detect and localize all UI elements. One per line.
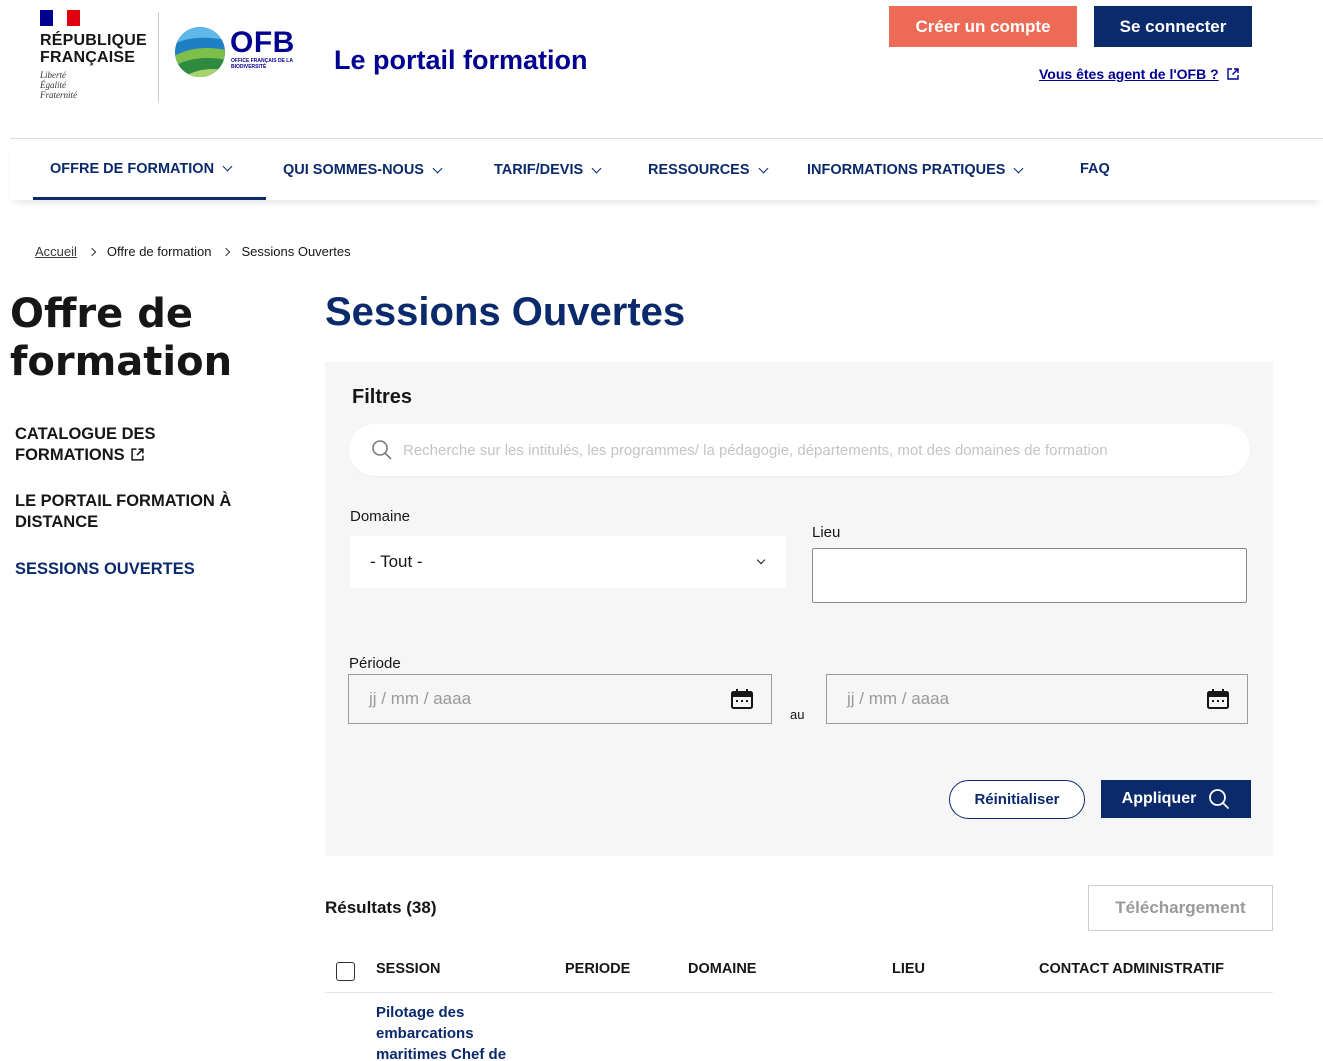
search-icon (1209, 789, 1230, 810)
nav-offre-de-formation-label: OFFRE DE FORMATION (50, 160, 215, 177)
chevron-down-icon (222, 161, 233, 172)
create-account-button[interactable]: Créer un compte (889, 6, 1077, 47)
chevron-down-icon (758, 163, 768, 173)
results-table-header: SESSION PERIODE DOMAINE LIEU CONTACT ADM… (325, 947, 1273, 993)
site-title[interactable]: Le portail formation (334, 44, 588, 76)
sidebar-title: Offre de formation (10, 291, 233, 385)
nav-faq[interactable]: FAQ (1080, 140, 1110, 198)
nav-faq-label: FAQ (1080, 161, 1110, 177)
filters-title: Filtres (352, 386, 413, 408)
column-lieu[interactable]: LIEU (892, 961, 925, 977)
sidebar-item-formation-distance[interactable]: LE PORTAIL FORMATION À DISTANCE (15, 491, 265, 533)
date-to-input[interactable]: jj / mm / aaaa (826, 674, 1248, 724)
lieu-input[interactable] (812, 548, 1247, 603)
ofb-agent-link[interactable]: Vous êtes agent de l'OFB ? (1039, 66, 1239, 82)
motto-fraternite: Fraternité (40, 90, 77, 100)
apply-button-label: Appliquer (1121, 790, 1197, 807)
sidebar-item-catalogue[interactable]: CATALOGUE DES FORMATIONS (15, 424, 185, 466)
breadcrumb: Accueil Offre de formation Sessions Ouve… (35, 244, 351, 259)
reset-button[interactable]: Réinitialiser (949, 780, 1085, 819)
domain-select-value: - Tout - (370, 552, 423, 571)
header-divider (10, 138, 1323, 139)
chevron-down-icon (432, 163, 443, 173)
sidebar-item-sessions-ouvertes[interactable]: SESSIONS OUVERTES (15, 559, 275, 580)
date-from-placeholder: jj / mm / aaaa (369, 689, 472, 708)
results-count: Résultats (38) (325, 898, 437, 917)
motto-liberte: Liberté (40, 70, 66, 80)
header-separator (158, 12, 159, 102)
calendar-icon[interactable] (731, 689, 753, 709)
chevron-right-icon (222, 247, 231, 256)
lieu-label: Lieu (812, 524, 841, 541)
login-button[interactable]: Se connecter (1094, 6, 1252, 47)
external-link-icon (1226, 68, 1239, 80)
chevron-right-icon (87, 247, 97, 256)
column-domaine[interactable]: DOMAINE (688, 961, 756, 977)
chevron-down-icon (756, 555, 766, 565)
apply-button[interactable]: Appliquer (1101, 780, 1251, 818)
nav-ressources-label: RESSOURCES (648, 162, 750, 178)
nav-tarif-devis[interactable]: TARIF/DEVIS (494, 140, 602, 200)
chevron-down-icon (591, 163, 602, 173)
nav-informations-pratiques-label: INFORMATIONS PRATIQUES (807, 162, 1006, 178)
republique-francaise-logo[interactable]: RÉPUBLIQUE FRANÇAISE Liberté Égalité Fra… (40, 10, 147, 100)
nav-qui-sommes-nous-label: QUI SOMMES-NOUS (283, 162, 424, 178)
breadcrumb-home-link[interactable]: Accueil (35, 244, 77, 259)
periode-label: Période (349, 655, 401, 672)
select-all-checkbox[interactable] (336, 962, 355, 981)
date-from-input[interactable]: jj / mm / aaaa (348, 674, 772, 724)
republique-line-1: RÉPUBLIQUE (40, 32, 147, 49)
ofb-agent-link-label: Vous êtes agent de l'OFB ? (1039, 66, 1219, 82)
ofb-logo-icon[interactable] (174, 26, 226, 78)
ofb-logo-text: OFB (230, 26, 295, 59)
breadcrumb-current: Sessions Ouvertes (241, 244, 351, 259)
date-separator: au (790, 707, 805, 722)
search-field[interactable] (349, 424, 1250, 476)
download-button[interactable]: Téléchargement (1088, 885, 1273, 931)
table-row-session-link[interactable]: Pilotage des embarcations maritimes Chef… (376, 1002, 536, 1061)
nav-offre-de-formation[interactable]: OFFRE DE FORMATION (33, 140, 266, 200)
chevron-down-icon (1013, 163, 1024, 173)
nav-qui-sommes-nous[interactable]: QUI SOMMES-NOUS (283, 140, 443, 200)
column-session[interactable]: SESSION (376, 961, 440, 977)
motto-egalite: Égalité (40, 80, 66, 90)
search-icon (372, 440, 392, 460)
column-periode[interactable]: PERIODE (565, 961, 630, 977)
page-title: Sessions Ouvertes (325, 290, 686, 334)
search-input[interactable] (403, 441, 1243, 459)
external-link-icon (131, 448, 144, 461)
nav-ressources[interactable]: RESSOURCES (648, 140, 768, 200)
main-navigation: OFFRE DE FORMATION QUI SOMMES-NOUS TARIF… (10, 140, 1323, 200)
republique-line-2: FRANÇAISE (40, 49, 136, 66)
date-to-placeholder: jj / mm / aaaa (847, 689, 950, 708)
nav-informations-pratiques[interactable]: INFORMATIONS PRATIQUES (807, 140, 1024, 200)
domain-select[interactable]: - Tout - (350, 536, 786, 588)
domain-label: Domaine (350, 508, 411, 525)
calendar-icon[interactable] (1207, 689, 1229, 709)
ofb-logo-subtitle: Office français de la biodiversité (231, 58, 293, 70)
column-contact-administratif[interactable]: CONTACT ADMINISTRATIF (1039, 961, 1224, 977)
breadcrumb-offre-link[interactable]: Offre de formation (107, 244, 212, 259)
nav-tarif-devis-label: TARIF/DEVIS (494, 162, 584, 178)
french-flag-icon (40, 10, 80, 26)
